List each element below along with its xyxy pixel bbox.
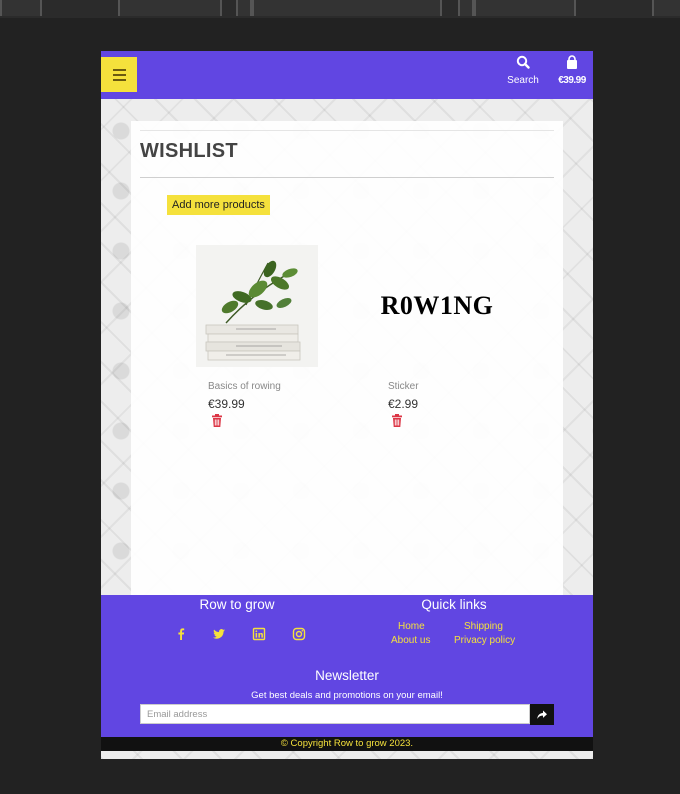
linkedin-icon[interactable] [252,627,266,641]
footer: Row to grow Quick links Home Shipping Ab… [101,595,593,737]
page-title: WISHLIST [140,140,238,162]
mobile-viewport: Search €39.99 WISHLIST Add more products [101,51,593,759]
toolbar-segment [458,0,474,16]
product-image[interactable] [196,245,318,367]
add-more-products-button[interactable]: Add more products [167,195,270,215]
plant-on-books-image [196,245,318,367]
newsletter-description: Get best deals and promotions on your em… [251,690,443,701]
divider [140,177,554,178]
footer-link-privacy[interactable]: Privacy policy [454,635,515,646]
search-icon [516,55,530,69]
product-name[interactable]: Basics of rowing [208,381,318,392]
footer-link-about[interactable]: About us [391,635,430,646]
twitter-icon[interactable] [212,627,226,641]
navbar: Search €39.99 [101,51,593,99]
wishlist-card: WISHLIST Add more products Basics of row… [131,121,563,595]
search-label: Search [507,75,539,86]
trash-icon[interactable] [391,414,403,427]
share-arrow-icon [537,710,547,719]
product-price: €2.99 [388,397,419,411]
cart-link[interactable]: €39.99 [553,55,591,86]
toolbar-segment [252,0,442,16]
wishlist-item: Basics of rowing €39.99 [196,245,318,427]
shopping-bag-icon [567,55,577,69]
hamburger-icon [113,69,126,71]
toolbar-segment [474,0,576,16]
hamburger-icon-line [113,74,126,76]
footer-brand: Row to grow [199,597,275,612]
hamburger-icon-line [113,79,126,81]
divider [140,130,554,131]
product-name[interactable]: Sticker [388,381,498,392]
toolbar-segment [118,0,222,16]
quick-links-title: Quick links [421,597,487,612]
product-price: €39.99 [208,397,245,411]
newsletter-title: Newsletter [315,668,379,683]
toolbar-segment [0,0,42,16]
trash-icon[interactable] [211,414,223,427]
email-input[interactable] [140,704,530,724]
newsletter-submit-button[interactable] [530,704,554,725]
cart-total: €39.99 [558,75,586,86]
wishlist-item: R0W1NG Sticker €2.99 [376,245,498,427]
facebook-icon[interactable] [174,627,188,641]
search-link[interactable]: Search [505,55,541,86]
sticker-image-text: R0W1NG [380,291,494,320]
browser-toolbar-strip [0,0,680,18]
toolbar-segment [652,0,680,16]
footer-link-home[interactable]: Home [398,621,425,632]
footer-link-shipping[interactable]: Shipping [464,621,503,632]
instagram-icon[interactable] [292,627,306,641]
copyright-bar: © Copyright Row to grow 2023. [101,737,593,751]
toolbar-segment [236,0,252,16]
menu-toggle-button[interactable] [101,57,137,92]
product-image[interactable]: R0W1NG [376,245,498,367]
